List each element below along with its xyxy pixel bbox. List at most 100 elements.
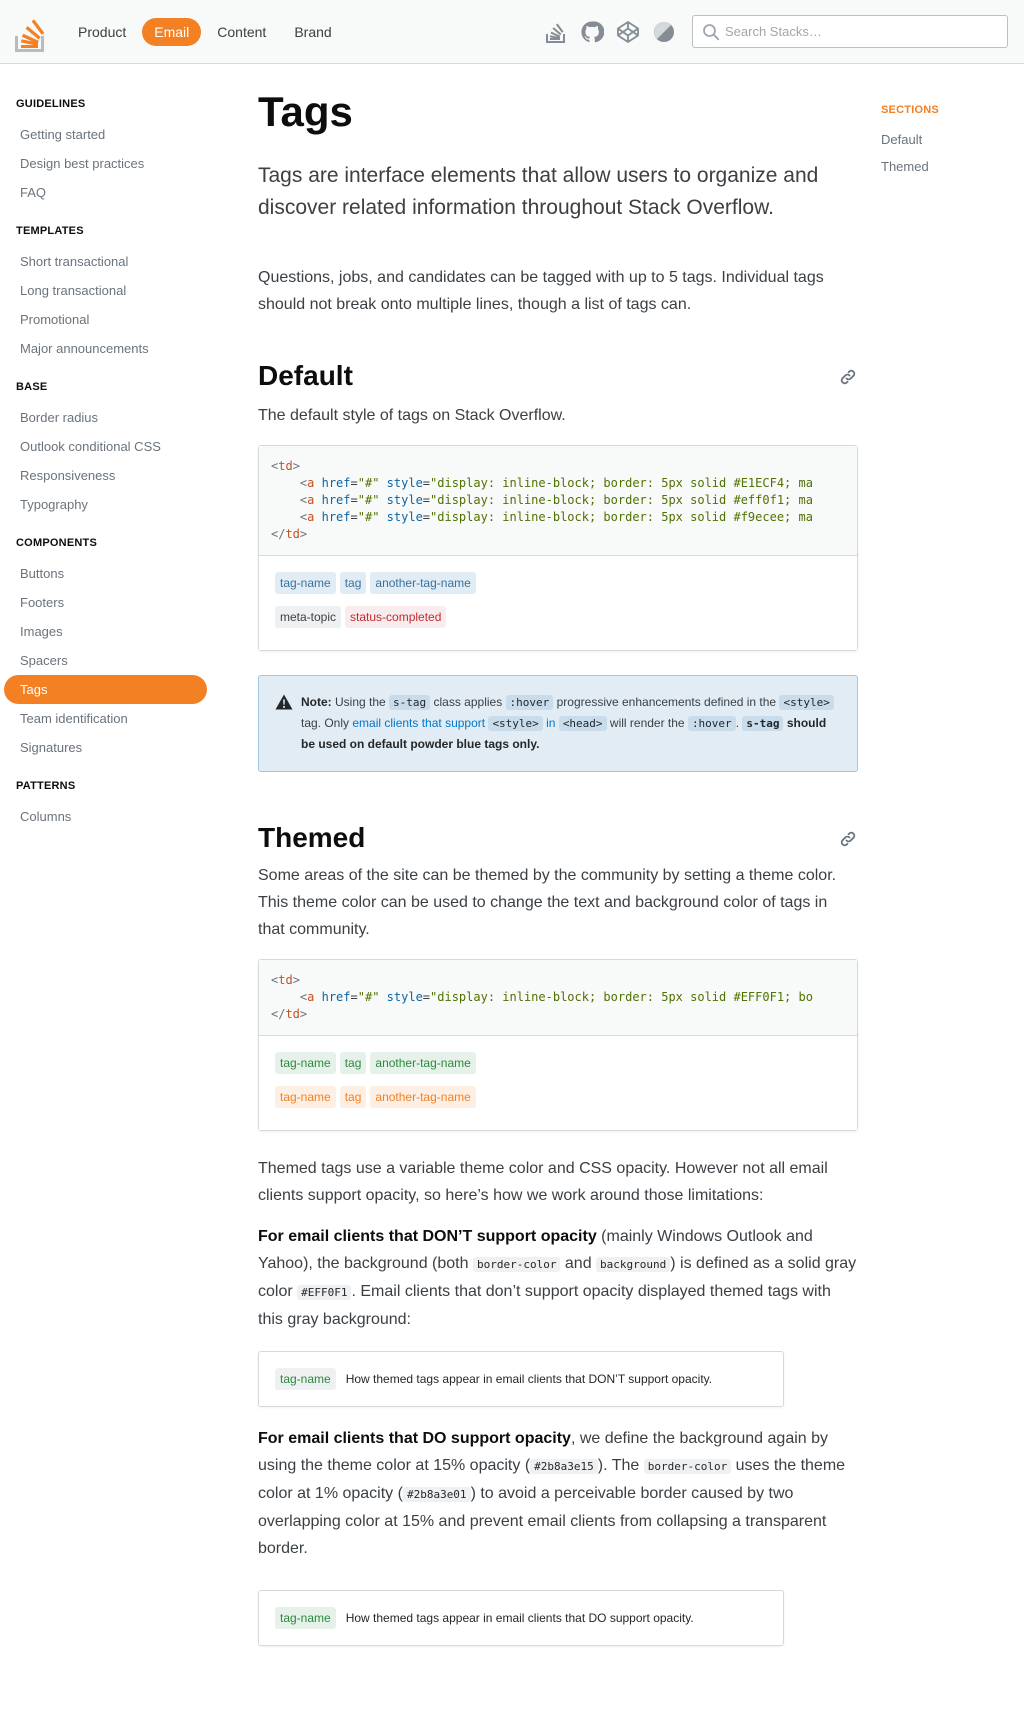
sidebar-group-guidelines: GUIDELINES Getting started Design best p… xyxy=(0,98,210,207)
stack-overflow-icon[interactable] xyxy=(544,20,568,44)
note-text: Using the xyxy=(331,695,390,709)
section-title-themed: Themed xyxy=(258,820,858,856)
sidebar-item-getting-started[interactable]: Getting started xyxy=(4,120,206,149)
inline-code: #2b8a3e01 xyxy=(402,1487,471,1502)
codepen-icon[interactable] xyxy=(616,20,640,44)
tag[interactable]: tag xyxy=(339,1052,367,1074)
note-label: Note: xyxy=(301,695,332,709)
sections-nav: SECTIONS Default Themed xyxy=(881,104,939,180)
inline-code: #EFF0F1 xyxy=(297,1285,352,1300)
sidebar-item-images[interactable]: Images xyxy=(4,617,206,646)
sidebar-item-promotional[interactable]: Promotional xyxy=(4,305,206,334)
nav-content[interactable]: Content xyxy=(205,18,278,46)
sidebar-item-tags[interactable]: Tags xyxy=(4,675,207,704)
sidebar-item-footers[interactable]: Footers xyxy=(4,588,206,617)
sidebar-item-columns[interactable]: Columns xyxy=(4,802,206,831)
stack-overflow-logo-icon[interactable] xyxy=(14,12,48,52)
sidebar-item-short-transactional[interactable]: Short transactional xyxy=(4,247,206,276)
sidebar-item-design-best-practices[interactable]: Design best practices xyxy=(4,149,206,178)
tag[interactable]: tag xyxy=(339,572,367,594)
theme-toggle-icon[interactable] xyxy=(652,20,676,44)
page-intro: Questions, jobs, and candidates can be t… xyxy=(258,269,824,313)
tag[interactable]: another-tag-name xyxy=(370,1086,476,1108)
inline-code: s-tag xyxy=(742,716,784,731)
tag-preview: tag-name tag another-tag-name meta-topic… xyxy=(259,556,857,650)
tag[interactable]: tag-name xyxy=(275,1368,336,1390)
inline-code: border-color xyxy=(472,1257,561,1272)
sidebar-item-outlook-conditional-css[interactable]: Outlook conditional CSS xyxy=(4,432,206,461)
sidebar-group-patterns: PATTERNS Columns xyxy=(0,780,210,831)
tag[interactable]: another-tag-name xyxy=(370,572,476,594)
sample-caption: How themed tags appear in email clients … xyxy=(345,1611,694,1625)
tag-row: tag-name tag another-tag-name xyxy=(275,1052,841,1074)
search-box xyxy=(692,15,1008,48)
tag[interactable]: tag-name xyxy=(275,1607,336,1629)
email-clients-link[interactable]: in xyxy=(543,716,559,730)
nav-product[interactable]: Product xyxy=(66,18,138,46)
tag[interactable]: status-completed xyxy=(345,606,447,628)
sidebar-group-templates: TEMPLATES Short transactional Long trans… xyxy=(0,225,210,363)
section-title-default-text: Default xyxy=(258,360,353,391)
link-icon[interactable] xyxy=(838,829,858,849)
with-opacity-sample: tag-name How themed tags appear in email… xyxy=(258,1590,784,1646)
sidebar-item-typography[interactable]: Typography xyxy=(4,490,206,519)
main-content: Tags Tags are interface elements that al… xyxy=(258,84,858,1646)
tag[interactable]: tag-name xyxy=(275,572,336,594)
section-link-default[interactable]: Default xyxy=(881,126,939,153)
sidebar-heading: TEMPLATES xyxy=(16,225,84,237)
nav-email[interactable]: Email xyxy=(142,18,202,46)
github-icon[interactable] xyxy=(580,20,604,44)
section-themed-description: Some areas of the site can be themed by … xyxy=(258,867,837,938)
note-text: will render the xyxy=(606,716,688,730)
sidebar-item-border-radius[interactable]: Border radius xyxy=(4,403,206,432)
tag-row: tag-name tag another-tag-name xyxy=(275,572,841,594)
code-block[interactable]: <td> <a href="#" style="display: inline-… xyxy=(259,960,857,1036)
with-opacity-paragraph: For email clients that DO support opacit… xyxy=(258,1425,858,1562)
sidebar-group-base: BASE Border radius Outlook conditional C… xyxy=(0,381,210,519)
sidebar-item-long-transactional[interactable]: Long transactional xyxy=(4,276,206,305)
page-lead: Tags are interface elements that allow u… xyxy=(258,164,819,219)
note-text: progressive enhancements defined in the xyxy=(553,695,780,709)
no-opacity-sample: tag-name How themed tags appear in email… xyxy=(258,1351,784,1407)
header-tool-icons xyxy=(544,20,676,44)
note-text: tag. Only xyxy=(301,716,353,730)
sidebar-item-major-announcements[interactable]: Major announcements xyxy=(4,334,206,363)
tag[interactable]: another-tag-name xyxy=(370,1052,476,1074)
link-icon[interactable] xyxy=(838,367,858,387)
inline-code: :hover xyxy=(505,695,554,710)
section-title-themed-text: Themed xyxy=(258,822,366,853)
sidebar-item-buttons[interactable]: Buttons xyxy=(4,559,206,588)
inline-code: <style> xyxy=(488,716,543,731)
sections-heading: SECTIONS xyxy=(881,104,939,116)
tag[interactable]: tag-name xyxy=(275,1086,336,1108)
sidebar-heading: BASE xyxy=(16,381,48,393)
tag-preview: tag-name tag another-tag-name tag-name t… xyxy=(259,1036,857,1130)
sidebar-item-faq[interactable]: FAQ xyxy=(4,178,206,207)
tag[interactable]: meta-topic xyxy=(275,606,342,628)
code-block[interactable]: <td> <a href="#" style="display: inline-… xyxy=(259,446,857,556)
inline-code: border-color xyxy=(643,1459,732,1474)
tag-row: tag-name tag another-tag-name xyxy=(275,1086,841,1108)
sidebar-heading: PATTERNS xyxy=(16,780,76,792)
top-bar: Product Email Content Brand xyxy=(0,0,1024,64)
email-clients-link[interactable]: email clients that support xyxy=(352,716,485,730)
no-opacity-heading: For email clients that DON’T support opa… xyxy=(258,1228,597,1245)
sidebar-item-responsiveness[interactable]: Responsiveness xyxy=(4,461,206,490)
paragraph-text: ). The xyxy=(597,1457,644,1474)
sidebar-item-signatures[interactable]: Signatures xyxy=(4,733,206,762)
inline-code: <head> xyxy=(558,716,607,731)
sidebar-item-spacers[interactable]: Spacers xyxy=(4,646,206,675)
nav-brand[interactable]: Brand xyxy=(282,18,343,46)
opacity-intro: Themed tags use a variable theme color a… xyxy=(258,1160,828,1204)
tag[interactable]: tag xyxy=(339,1086,367,1108)
search-input[interactable] xyxy=(725,16,1000,47)
tag[interactable]: tag-name xyxy=(275,1052,336,1074)
top-nav: Product Email Content Brand xyxy=(66,18,344,46)
no-opacity-paragraph: For email clients that DON’T support opa… xyxy=(258,1223,858,1333)
inline-code: s-tag xyxy=(389,695,431,710)
sidebar-item-team-identification[interactable]: Team identification xyxy=(4,704,206,733)
inline-code: #2b8a3e15 xyxy=(530,1459,598,1474)
section-link-themed[interactable]: Themed xyxy=(881,153,939,180)
note-text: class applies xyxy=(430,695,506,709)
with-opacity-heading: For email clients that DO support opacit… xyxy=(258,1430,571,1447)
